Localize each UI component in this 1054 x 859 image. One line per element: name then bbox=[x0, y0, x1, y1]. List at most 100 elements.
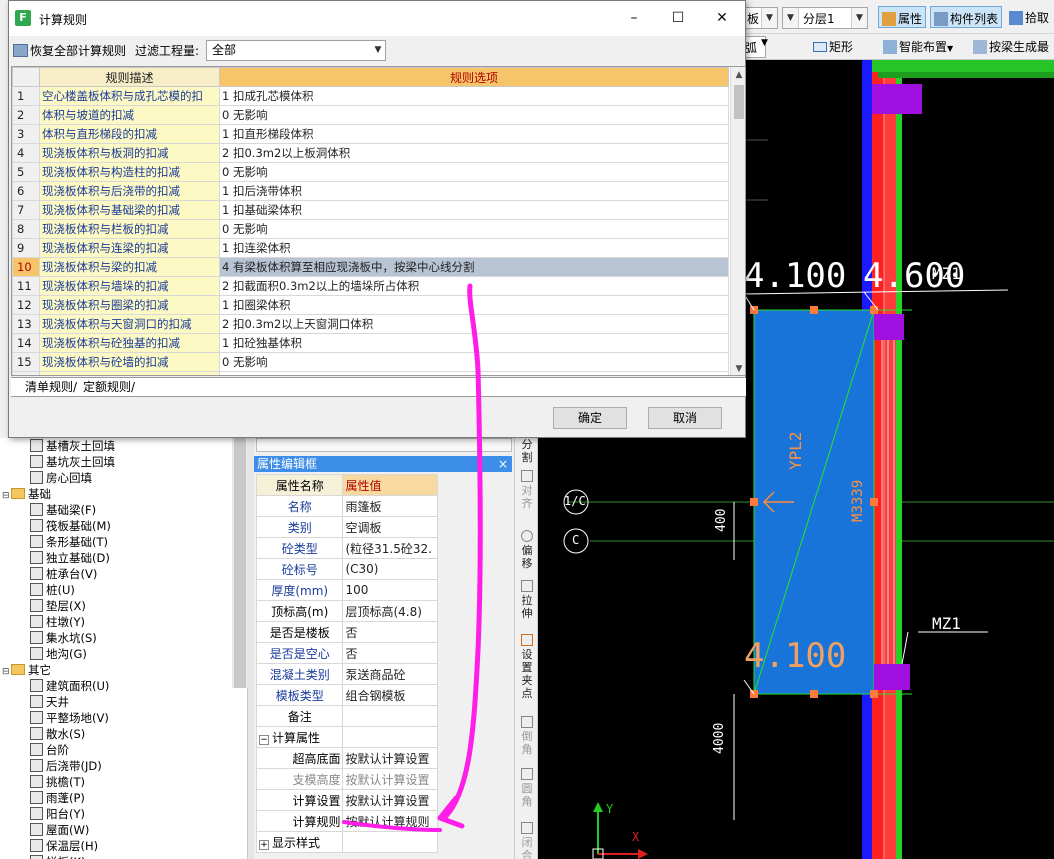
property-group-label[interactable]: + 显示样式 bbox=[255, 831, 344, 853]
dialog-titlebar[interactable]: F 计算规则 – ☐ ✕ bbox=[9, 1, 745, 36]
tree-item[interactable]: 天井 bbox=[30, 694, 69, 710]
rule-row-index[interactable]: 9 bbox=[12, 238, 40, 258]
rule-row-index[interactable]: 13 bbox=[12, 314, 40, 334]
tree-scroll-thumb[interactable] bbox=[234, 438, 246, 688]
rule-row[interactable]: 5 现浇板体积与构造柱的扣减 0 无影响 bbox=[12, 162, 729, 182]
rule-row-index[interactable]: 14 bbox=[12, 333, 40, 353]
tree-collapse-icon[interactable]: ⊟ bbox=[2, 488, 11, 504]
attribute-button[interactable]: 属性 bbox=[878, 6, 927, 28]
rule-option-cell[interactable]: 1 扣直形梯段体积 bbox=[219, 124, 729, 144]
property-value[interactable]: 否 bbox=[342, 642, 438, 664]
tree-item[interactable]: 基坑灰土回填 bbox=[30, 454, 115, 470]
tree-item[interactable]: 基础梁(F) bbox=[30, 502, 96, 518]
scroll-down-icon[interactable]: ▼ bbox=[731, 361, 745, 375]
grid-scroll-thumb[interactable] bbox=[734, 85, 744, 119]
tree-item[interactable]: 地沟(G) bbox=[30, 646, 87, 662]
rule-row[interactable]: 7 现浇板体积与基础梁的扣减 1 扣基础梁体积 bbox=[12, 200, 729, 220]
rule-row-index[interactable]: 1 bbox=[12, 86, 40, 106]
rule-row[interactable]: 6 现浇板体积与后浇带的扣减 1 扣后浇带体积 bbox=[12, 181, 729, 201]
rule-row-index[interactable]: 12 bbox=[12, 295, 40, 315]
property-group-label[interactable]: − 计算属性 bbox=[255, 726, 344, 748]
tree-item[interactable]: 栏板(K) bbox=[30, 854, 86, 859]
rule-row-index[interactable]: 7 bbox=[12, 200, 40, 220]
rule-row[interactable]: 12 现浇板体积与圈梁的扣减 1 扣圈梁体积 bbox=[12, 295, 729, 315]
rule-option-cell[interactable]: 2 扣0.3m2以上天窗洞口体积 bbox=[219, 314, 729, 334]
tab-quota-rules[interactable]: 定额规则/ bbox=[81, 379, 137, 396]
close-icon[interactable]: × bbox=[498, 456, 508, 472]
rule-row-index[interactable]: 11 bbox=[12, 276, 40, 296]
tree-item[interactable]: 桩(U) bbox=[30, 582, 75, 598]
property-group-calc[interactable]: − 计算属性 bbox=[255, 726, 438, 748]
smart-place-button[interactable]: 智能布置▼ bbox=[880, 35, 956, 57]
property-value[interactable]: (粒径31.5砼32. bbox=[342, 537, 438, 559]
offset-button[interactable]: 偏移 bbox=[517, 530, 537, 570]
calc-property-row[interactable]: 计算设置 按默认计算设置 bbox=[255, 789, 438, 811]
property-row[interactable]: 顶标高(m) 层顶标高(4.8) bbox=[255, 600, 438, 622]
rule-row[interactable]: 9 现浇板体积与连梁的扣减 1 扣连梁体积 bbox=[12, 238, 729, 258]
cancel-button[interactable]: 取消 bbox=[648, 407, 722, 429]
property-value[interactable]: 组合钢模板 bbox=[342, 684, 438, 706]
set-grip-button[interactable]: 设置夹点 bbox=[517, 634, 537, 700]
property-value[interactable]: 按默认计算规则 bbox=[342, 810, 438, 832]
property-row[interactable]: 混凝土类别 泵送商品砼 bbox=[255, 663, 438, 685]
rule-row-index[interactable]: 2 bbox=[12, 105, 40, 125]
rule-row-index[interactable]: 3 bbox=[12, 124, 40, 144]
tree-item[interactable]: 集水坑(S) bbox=[30, 630, 97, 646]
rule-option-cell[interactable]: 0 无影响 bbox=[219, 352, 729, 372]
property-value[interactable] bbox=[342, 705, 438, 727]
rule-row[interactable]: 11 现浇板体积与墙垛的扣减 2 扣截面积0.3m2以上的墙垛所占体积 bbox=[12, 276, 729, 296]
property-value[interactable]: (C30) bbox=[342, 558, 438, 580]
restore-all-rules-button[interactable]: 恢复全部计算规则 bbox=[13, 41, 126, 61]
rule-row-index[interactable]: 6 bbox=[12, 181, 40, 201]
filter-select[interactable]: 全部 ▼ bbox=[206, 40, 386, 61]
tree-item[interactable]: 后浇带(JD) bbox=[30, 758, 102, 774]
tree-item[interactable]: 房心回填 bbox=[30, 470, 92, 486]
tree-folder[interactable]: ⊟ 基础 bbox=[2, 486, 51, 502]
property-value[interactable]: 按默认计算设置 bbox=[342, 747, 438, 769]
property-row[interactable]: 备注 bbox=[255, 705, 438, 727]
property-value[interactable]: 雨篷板 bbox=[342, 495, 438, 517]
rule-row[interactable]: 8 现浇板体积与栏板的扣减 0 无影响 bbox=[12, 219, 729, 239]
rule-option-cell[interactable]: 0 无影响 bbox=[219, 219, 729, 239]
property-group-display[interactable]: + 显示样式 bbox=[255, 831, 438, 853]
property-row[interactable]: 名称 雨篷板 bbox=[255, 495, 438, 517]
property-value[interactable]: 100 bbox=[342, 579, 438, 601]
fillet-button[interactable]: 圆角 bbox=[517, 768, 537, 808]
layer-combo[interactable]: ▼ 分层1 ▼ bbox=[782, 7, 868, 29]
align-button[interactable]: 对齐 bbox=[517, 470, 537, 510]
tree-item[interactable]: 挑檐(T) bbox=[30, 774, 85, 790]
property-row[interactable]: 厚度(mm) 100 bbox=[255, 579, 438, 601]
expand-icon[interactable]: + bbox=[259, 839, 269, 850]
property-value[interactable]: 泵送商品砼 bbox=[342, 663, 438, 685]
tree-item[interactable]: 基槽灰土回填 bbox=[30, 438, 115, 454]
tree-item[interactable]: 筏板基础(M) bbox=[30, 518, 111, 534]
property-row[interactable]: 类别 空调板 bbox=[255, 516, 438, 538]
rule-option-cell[interactable]: 0 无影响 bbox=[219, 105, 729, 125]
tab-bill-rules[interactable]: 清单规则/ bbox=[23, 379, 80, 396]
rule-row[interactable]: 13 现浇板体积与天窗洞口的扣减 2 扣0.3m2以上天窗洞口体积 bbox=[12, 314, 729, 334]
minimize-button[interactable]: – bbox=[619, 7, 649, 29]
rule-option-cell[interactable]: 1 扣圈梁体积 bbox=[219, 295, 729, 315]
rule-option-cell[interactable]: 0 无影响 bbox=[219, 162, 729, 182]
property-value[interactable]: 否 bbox=[342, 621, 438, 643]
property-value[interactable]: 按默认计算设置 bbox=[342, 768, 438, 790]
property-value[interactable]: 层顶标高(4.8) bbox=[342, 600, 438, 622]
rule-row[interactable]: 10 现浇板体积与梁的扣减 4 有梁板体积算至相应现浇板中，按梁中心线分割 bbox=[12, 257, 729, 277]
tree-item[interactable]: 柱墩(Y) bbox=[30, 614, 85, 630]
tree-item[interactable]: 保温层(H) bbox=[30, 838, 98, 854]
collapse-icon[interactable]: − bbox=[259, 734, 269, 745]
property-value[interactable]: 空调板 bbox=[342, 516, 438, 538]
rule-row[interactable]: 3 体积与直形梯段的扣减 1 扣直形梯段体积 bbox=[12, 124, 729, 144]
tree-folder[interactable]: ⊟ 其它 bbox=[2, 662, 51, 678]
rule-row[interactable]: 1 空心楼盖板体积与成孔芯模的扣 1 扣成孔芯模体积 bbox=[12, 86, 729, 106]
rule-option-cell[interactable]: 2 扣截面积0.3m2以上的墙垛所占体积 bbox=[219, 276, 729, 296]
draw-mode-dropdown[interactable]: ▼ bbox=[758, 35, 771, 57]
property-row[interactable]: 砼类型 (粒径31.5砼32. bbox=[255, 537, 438, 559]
pick-button[interactable]: 拾取 bbox=[1006, 6, 1052, 28]
close-shape-button[interactable]: 闭合 bbox=[517, 822, 537, 859]
rule-option-cell[interactable]: 1 扣砼独基体积 bbox=[219, 333, 729, 353]
rule-row[interactable]: 4 现浇板体积与板洞的扣减 2 扣0.3m2以上板洞体积 bbox=[12, 143, 729, 163]
tree-item[interactable]: 屋面(W) bbox=[30, 822, 89, 838]
property-row[interactable]: 砼标号 (C30) bbox=[255, 558, 438, 580]
rule-option-cell[interactable]: 4 有梁板体积算至相应现浇板中，按梁中心线分割 bbox=[219, 257, 729, 277]
